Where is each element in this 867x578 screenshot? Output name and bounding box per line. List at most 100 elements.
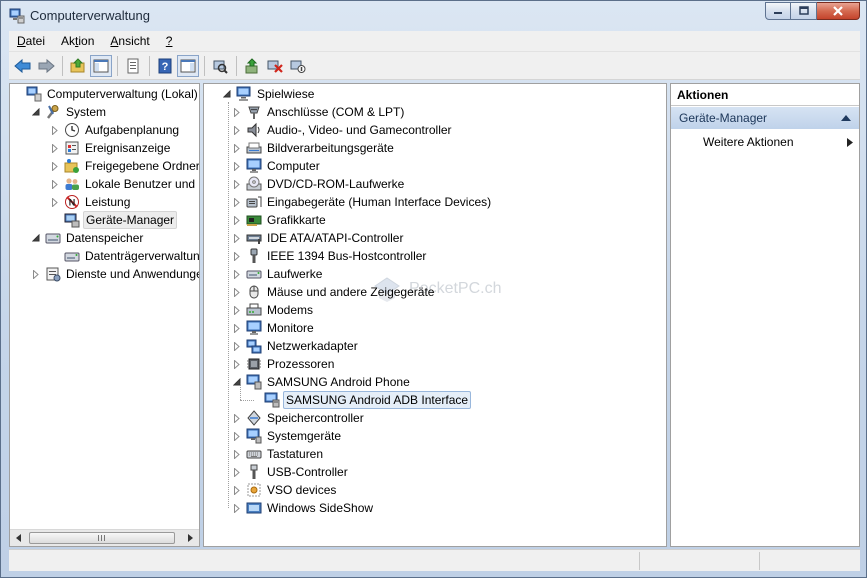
console-tree-pane[interactable]: Computerverwaltung (Lokal) System Aufgaben… [9,83,200,547]
console-tree-item[interactable]: Ereignisanzeige [50,139,172,157]
expand-arrow-icon[interactable] [232,485,242,495]
device-category[interactable]: Eingabegeräte (Human Interface Devices) [232,193,493,211]
console-tree-item[interactable]: Lokale Benutzer und Gr [50,175,199,193]
scroll-thumb[interactable] [29,532,175,544]
device-tree-root[interactable]: Spielwiese [222,85,316,103]
expand-arrow-icon[interactable] [232,503,242,513]
device-category[interactable]: IDE ATA/ATAPI-Controller [232,229,405,247]
update-driver-button[interactable] [241,55,263,77]
console-tree-item[interactable]: Freigegebene Ordner [50,157,199,175]
console-tree-item[interactable]: Datenspeicher [31,229,145,247]
window-title: Computerverwaltung [30,8,150,23]
show-hide-tree-button[interactable] [90,54,112,77]
scan-hardware-button[interactable] [209,55,231,77]
expand-arrow-icon[interactable] [232,251,242,261]
menu-ansicht[interactable]: Ansicht [102,34,157,48]
horizontal-scrollbar[interactable] [10,529,199,546]
console-tree-item[interactable]: N Leistung [50,193,132,211]
console-tree-item[interactable]: Dienste und Anwendungen [31,265,199,283]
expand-arrow-icon[interactable] [50,197,60,207]
help-button[interactable]: ? [154,55,176,77]
actions-group-device-manager[interactable]: Geräte-Manager [671,107,859,129]
disable-device-button[interactable] [287,55,309,77]
scroll-left-button[interactable] [10,530,27,546]
device-category[interactable]: Modems [232,301,315,319]
device-category[interactable]: Mäuse und andere Zeigegeräte [232,283,436,301]
close-button[interactable] [817,2,860,20]
vso-device-icon [246,482,262,498]
device-category[interactable]: VSO devices [232,481,338,499]
device-item-adb-interface[interactable]: SAMSUNG Android ADB Interface [250,391,472,409]
expand-arrow-icon[interactable] [232,341,242,351]
device-category[interactable]: DVD/CD-ROM-Laufwerke [232,175,406,193]
device-category[interactable]: Windows SideShow [232,499,375,517]
collapse-arrow-icon[interactable] [31,233,41,243]
device-category[interactable]: Bildverarbeitungsgeräte [232,139,396,157]
event-viewer-icon [64,140,80,156]
properties-button[interactable] [122,55,144,77]
device-category[interactable]: IEEE 1394 Bus-Hostcontroller [232,247,428,265]
expand-arrow-icon[interactable] [232,107,242,117]
expand-arrow-icon[interactable] [31,269,41,279]
device-category[interactable]: Laufwerke [232,265,324,283]
expand-arrow-icon[interactable] [232,161,242,171]
more-actions-item[interactable]: Weitere Aktionen [703,135,853,149]
console-tree-item[interactable]: Computerverwaltung (Lokal) [12,85,199,103]
tree-item-label: Anschlüsse (COM & LPT) [267,105,405,119]
title-bar[interactable]: Computerverwaltung [1,1,866,31]
console-tree-item[interactable]: Aufgabenplanung [50,121,181,139]
forward-button[interactable] [35,55,57,77]
console-tree-item[interactable]: Geräte-Manager [50,211,178,229]
back-button[interactable] [12,55,34,77]
expand-arrow-icon[interactable] [232,467,242,477]
minimize-button[interactable] [765,2,791,20]
expand-arrow-icon[interactable] [232,305,242,315]
device-category[interactable]: SAMSUNG Android Phone [232,373,412,391]
expand-arrow-icon[interactable] [232,323,242,333]
scroll-right-button[interactable] [182,530,199,546]
up-level-button[interactable] [67,55,89,77]
device-category[interactable]: Computer [232,157,322,175]
menu-aktion[interactable]: Aktion [53,34,102,48]
expand-arrow-icon[interactable] [232,179,242,189]
collapse-arrow-icon[interactable] [31,107,41,117]
system-devices-icon [246,428,262,444]
expand-arrow-icon[interactable] [232,197,242,207]
device-category[interactable]: Systemgeräte [232,427,343,445]
device-category[interactable]: Grafikkarte [232,211,328,229]
expand-arrow-icon[interactable] [232,233,242,243]
computer-management-app-icon[interactable] [9,8,25,24]
expand-arrow-icon[interactable] [232,287,242,297]
expand-arrow-icon[interactable] [232,125,242,135]
expand-arrow-icon[interactable] [232,215,242,225]
expand-arrow-icon[interactable] [232,449,242,459]
expand-arrow-icon[interactable] [232,359,242,369]
show-hide-action-pane-button[interactable] [177,54,199,77]
device-category[interactable]: Anschlüsse (COM & LPT) [232,103,406,121]
console-tree-item[interactable]: Datenträgerverwaltung [50,247,199,265]
device-category[interactable]: Netzwerkadapter [232,337,360,355]
device-category[interactable]: Monitore [232,319,316,337]
expand-arrow-icon[interactable] [232,431,242,441]
expand-arrow-icon[interactable] [50,161,60,171]
console-tree-item[interactable]: System [31,103,108,121]
device-category[interactable]: Tastaturen [232,445,325,463]
device-category[interactable]: Speichercontroller [232,409,366,427]
expand-arrow-icon[interactable] [232,413,242,423]
menu-help[interactable]: ? [158,34,181,48]
menu-datei[interactable]: Datei [9,34,53,48]
device-tree-pane[interactable]: PocketPC.ch Spielwiese Anschlüsse (COM & … [203,83,667,547]
uninstall-device-button[interactable] [264,55,286,77]
device-category[interactable]: Prozessoren [232,355,336,373]
device-category[interactable]: Audio-, Video- und Gamecontroller [232,121,454,139]
mouse-icon [246,284,262,300]
tree-item-label: VSO devices [267,483,337,497]
collapse-arrow-icon[interactable] [222,89,232,99]
expand-arrow-icon[interactable] [232,143,242,153]
device-category[interactable]: USB-Controller [232,463,350,481]
expand-arrow-icon[interactable] [50,179,60,189]
expand-arrow-icon[interactable] [50,125,60,135]
expand-arrow-icon[interactable] [232,269,242,279]
maximize-button[interactable] [791,2,817,20]
expand-arrow-icon[interactable] [50,143,60,153]
